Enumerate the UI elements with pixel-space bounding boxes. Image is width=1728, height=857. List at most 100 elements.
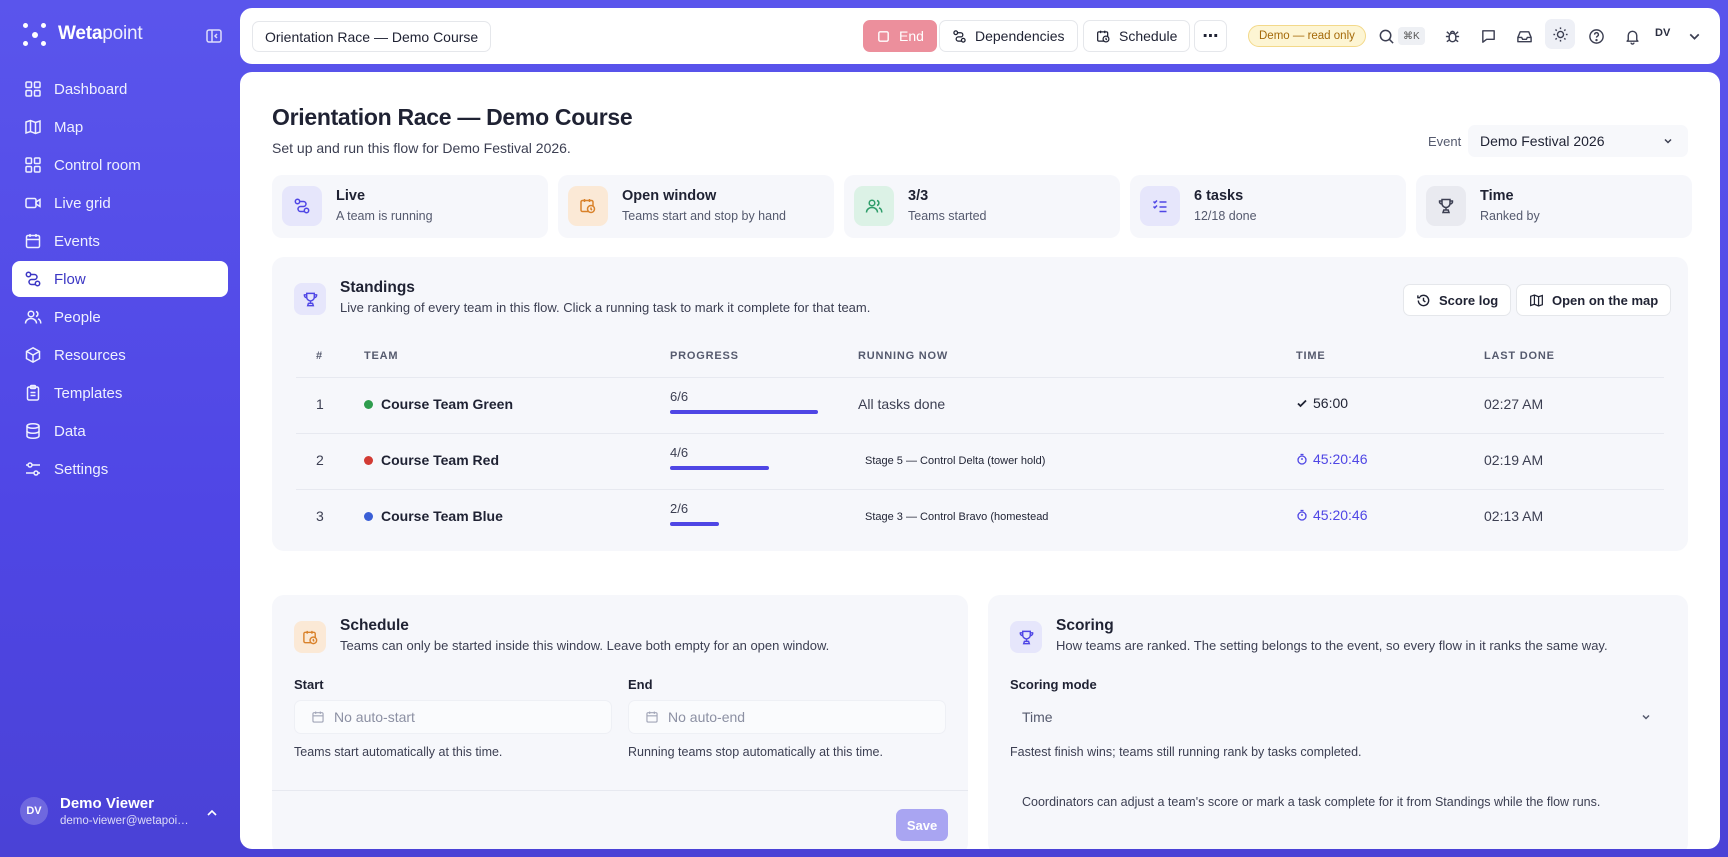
- bug-icon[interactable]: [1442, 26, 1462, 46]
- sidebar-item-label: Templates: [54, 384, 123, 402]
- time-cell: 45:20:46: [1296, 451, 1368, 467]
- end-label: End: [628, 677, 653, 692]
- flow-icon: [282, 186, 322, 226]
- user-avatar-button[interactable]: DV: [1655, 27, 1670, 39]
- standings-title: Standings: [340, 279, 415, 296]
- progress-bar: [670, 466, 769, 470]
- flow-title-field[interactable]: Orientation Race — Demo Course: [252, 21, 492, 52]
- start-label: Start: [294, 677, 324, 692]
- sidebar-item-label: Events: [54, 232, 100, 250]
- end-button[interactable]: End: [863, 20, 937, 52]
- running-task-button[interactable]: Stage 3 — Control Bravo (homestead: [865, 511, 1048, 523]
- scoring-section: Scoring How teams are ranked. The settin…: [988, 595, 1688, 849]
- score-log-button[interactable]: Score log: [1403, 284, 1512, 316]
- sidebar-item-settings[interactable]: Settings: [12, 451, 228, 487]
- end-input[interactable]: No auto-end: [628, 700, 946, 734]
- time-value: 45:20:46: [1313, 507, 1368, 523]
- last-done-cell: 02:13 AM: [1484, 508, 1544, 524]
- message-icon[interactable]: [1478, 26, 1498, 46]
- start-hint: Teams start automatically at this time.: [294, 745, 503, 759]
- progress-label: 6/6: [670, 389, 689, 404]
- user-menu[interactable]: DV Demo Viewer demo-viewer@wetapoint.com: [20, 795, 192, 827]
- trophy-icon: [1426, 186, 1466, 226]
- team-cell: Course Team Green: [364, 396, 513, 412]
- stat-title: 6 tasks: [1194, 188, 1244, 204]
- time-cell: 45:20:46: [1296, 507, 1368, 523]
- progress-cell: 6/6: [670, 389, 818, 414]
- chevron-down-icon[interactable]: [1684, 26, 1704, 46]
- sidebar-item-map[interactable]: Map: [12, 109, 228, 145]
- rank-cell: 3: [316, 508, 324, 524]
- sidebar-item-people[interactable]: People: [12, 299, 228, 335]
- map-icon: [1530, 293, 1543, 307]
- table-row: 3 Course Team Blue 2/6 Stage 3 — Control…: [296, 489, 1664, 545]
- trophy-icon: [294, 283, 326, 315]
- sidebar-item-live-grid[interactable]: Live grid: [12, 185, 228, 221]
- end-hint: Running teams stop automatically at this…: [628, 745, 883, 759]
- clipboard-icon: [26, 384, 40, 401]
- sidebar-item-templates[interactable]: Templates: [12, 375, 228, 411]
- sidebar-item-resources[interactable]: Resources: [12, 337, 228, 373]
- calendar-clock-icon: [294, 621, 326, 653]
- dependencies-button[interactable]: Dependencies: [939, 20, 1078, 52]
- team-color-dot: [364, 511, 373, 521]
- sidebar-item-flow[interactable]: Flow: [12, 261, 228, 297]
- chevron-down-icon: [1664, 138, 1672, 144]
- start-input[interactable]: No auto-start: [294, 700, 612, 734]
- bell-icon[interactable]: [1622, 26, 1642, 46]
- readonly-badge: Demo — read only: [1248, 25, 1366, 47]
- scoring-note: Coordinators can adjust a team's score o…: [1022, 795, 1601, 809]
- stop-icon: [878, 30, 889, 42]
- column-header-progress: PROGRESS: [670, 350, 739, 362]
- sidebar-item-dashboard[interactable]: Dashboard: [12, 71, 228, 107]
- stat-card-window: Open window Teams start and stop by hand: [558, 175, 834, 238]
- users-icon: [854, 186, 894, 226]
- more-button[interactable]: ⋯: [1194, 20, 1227, 52]
- database-icon: [26, 422, 40, 440]
- trophy-icon: [1010, 621, 1042, 653]
- search-icon[interactable]: [1376, 26, 1396, 46]
- stat-subtitle: A team is running: [336, 209, 433, 223]
- stat-subtitle: Teams start and stop by hand: [622, 209, 786, 223]
- sidebar-item-label: People: [54, 308, 101, 326]
- scoring-mode-label: Scoring mode: [1010, 677, 1097, 692]
- save-button[interactable]: Save: [896, 809, 948, 841]
- sidebar-item-events[interactable]: Events: [12, 223, 228, 259]
- open-map-label: Open on the map: [1552, 292, 1659, 308]
- start-placeholder: No auto-start: [334, 709, 415, 725]
- timer-icon: [1297, 509, 1307, 521]
- collapse-sidebar-icon[interactable]: [204, 26, 224, 46]
- sidebar-item-label: Resources: [54, 346, 126, 364]
- chevron-down-icon: [1642, 714, 1650, 720]
- stat-card-tasks: 6 tasks 12/18 done: [1130, 175, 1406, 238]
- flow-icon: [953, 29, 966, 43]
- topbar: Orientation Race — Demo Course End Depen…: [240, 8, 1720, 64]
- rank-cell: 2: [316, 452, 324, 468]
- running-task-button[interactable]: Stage 5 — Control Delta (tower hold): [865, 455, 1045, 467]
- inbox-icon[interactable]: [1514, 26, 1534, 46]
- brand[interactable]: Wetapoint: [22, 22, 143, 46]
- rank-cell: 1: [316, 396, 324, 412]
- flow-icon: [25, 271, 41, 287]
- sidebar-item-data[interactable]: Data: [12, 413, 228, 449]
- stat-subtitle: Teams started: [908, 209, 987, 223]
- brand-logo-icon: [22, 22, 46, 46]
- timer-icon: [1297, 453, 1307, 465]
- standings-section: Standings Live ranking of every team in …: [272, 257, 1688, 551]
- schedule-button[interactable]: Schedule: [1083, 20, 1191, 52]
- scoring-mode-select[interactable]: Time: [1010, 700, 1666, 734]
- event-select[interactable]: Demo Festival 2026: [1468, 125, 1688, 157]
- scoring-title: Scoring: [1056, 617, 1114, 634]
- dashboard-icon: [25, 81, 41, 97]
- theme-toggle[interactable]: [1545, 19, 1575, 49]
- team-name: Course Team Blue: [381, 508, 503, 524]
- end-placeholder: No auto-end: [668, 709, 746, 725]
- calendar-icon: [646, 711, 658, 723]
- last-done-cell: 02:19 AM: [1484, 452, 1544, 468]
- sidebar-item-control-room[interactable]: Control room: [12, 147, 228, 183]
- chevron-up-icon[interactable]: [204, 805, 220, 821]
- help-icon[interactable]: [1586, 26, 1606, 46]
- open-map-button[interactable]: Open on the map: [1516, 284, 1672, 316]
- search-shortcut: ⌘K: [1398, 27, 1425, 45]
- calendar-clock-icon: [1097, 30, 1110, 43]
